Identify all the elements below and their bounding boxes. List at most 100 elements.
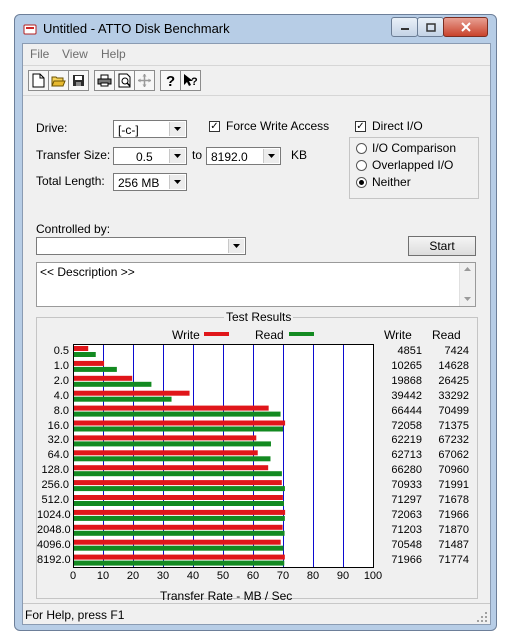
scroll-down-icon [464,297,471,301]
neither-radio[interactable] [356,177,367,188]
x-tick-label: 0 [69,570,77,582]
write-bar [74,390,190,396]
maximize-button[interactable] [417,17,444,37]
legend-read-swatch [289,332,314,336]
chevron-down-icon [169,175,185,189]
read-bar [74,426,284,432]
write-bar [74,554,285,560]
controlled-by-select[interactable] [36,237,246,255]
write-value: 66444 [391,404,422,417]
print-button[interactable] [94,70,115,91]
write-value: 39442 [391,389,422,402]
column-write-header: Write [384,328,412,342]
write-value: 10265 [391,359,422,372]
client-area: File View Help ? ? Drive: [-c-] ✓ Force … [22,43,491,625]
read-bar [74,456,271,462]
read-value: 67232 [438,434,469,447]
x-axis-label: Transfer Rate - MB / Sec [160,589,293,603]
menu-help[interactable]: Help [101,47,126,61]
drive-label: Drive: [36,121,68,135]
close-icon [460,22,471,32]
new-icon [32,73,45,88]
start-label: Start [429,239,455,253]
move-icon [138,74,151,87]
transfer-from-value: 0.5 [136,150,153,164]
write-value: 71297 [391,494,422,506]
read-value: 71966 [438,508,469,521]
transfer-to-select[interactable]: 8192.0 [206,147,281,165]
transfer-size-row-label: 512.0 [41,494,69,506]
read-bar [74,396,172,402]
x-tick-label: 40 [186,570,200,582]
write-bar [74,539,281,545]
transfer-size-row-label: 16.0 [47,419,69,432]
x-tick-label: 60 [246,570,260,582]
overlapped-io-label: Overlapped I/O [372,158,454,172]
total-length-value: 256 MB [118,176,160,190]
save-icon [73,75,84,86]
legend-write-label: Write [172,328,200,342]
read-value: 71375 [438,419,469,432]
transfer-size-row-label: 32.0 [47,434,69,447]
minimize-button[interactable] [391,17,418,37]
read-bar [74,501,284,506]
write-bar [74,360,105,366]
transfer-size-row-label: 4.0 [53,389,69,402]
read-value: 71870 [438,523,469,536]
write-value: 70548 [391,538,422,551]
read-bar [74,545,284,551]
transfer-size-row-label: 8.0 [53,404,69,417]
transfer-from-select[interactable]: 0.5 [113,147,187,165]
read-value: 33292 [438,389,469,402]
read-bar [74,560,285,566]
resize-grip-icon[interactable] [477,612,488,623]
context-help-button[interactable]: ? [180,70,201,91]
total-length-select[interactable]: 256 MB [113,173,187,191]
write-bar [74,405,269,411]
force-write-checkbox[interactable]: ✓ [209,121,220,132]
column-read-header: Read [432,328,461,342]
write-bar [74,480,282,486]
transfer-to-value: 8192.0 [211,150,248,164]
chevron-down-icon [169,149,185,163]
description-box[interactable]: << Description >> [36,262,476,307]
x-tick-label: 80 [306,570,320,582]
write-value: 70933 [391,479,422,492]
transfer-size-row-label: 2048.0 [37,523,71,536]
write-bar [74,346,89,351]
write-value: 19868 [391,374,422,387]
status-text: For Help, press F1 [25,608,125,622]
description-scrollbar[interactable] [459,263,475,306]
move-button[interactable] [134,70,155,91]
write-value: 62219 [391,434,422,447]
write-value: 72063 [391,508,422,521]
io-comparison-label: I/O Comparison [372,141,457,155]
legend-write-swatch [204,332,229,336]
title-bar[interactable]: Untitled - ATTO Disk Benchmark [15,15,496,43]
transfer-size-row-label: 1024.0 [37,508,71,521]
transfer-size-label: Transfer Size: [36,148,111,162]
overlapped-io-radio[interactable] [356,160,367,171]
start-button[interactable]: Start [408,236,476,256]
close-button[interactable] [443,17,488,37]
menu-file[interactable]: File [30,47,49,61]
open-button[interactable] [48,70,69,91]
save-button[interactable] [68,70,89,91]
controlled-by-label: Controlled by: [36,222,111,236]
new-button[interactable] [28,70,49,91]
read-bar [74,471,282,477]
menu-view[interactable]: View [62,47,88,61]
x-tick-label: 50 [216,570,230,582]
direct-io-checkbox[interactable]: ✓ [355,121,366,132]
print-preview-button[interactable] [114,70,135,91]
chevron-down-icon [228,239,244,253]
x-tick-label: 30 [156,570,170,582]
svg-text:?: ? [191,76,198,88]
io-comparison-radio[interactable] [356,143,367,154]
read-bar [74,381,152,387]
help-button[interactable]: ? [160,70,181,91]
drive-select[interactable]: [-c-] [113,120,187,138]
read-value: 71487 [438,538,469,551]
transfer-size-row-label: 2.0 [53,374,69,387]
write-value: 66280 [391,464,422,477]
